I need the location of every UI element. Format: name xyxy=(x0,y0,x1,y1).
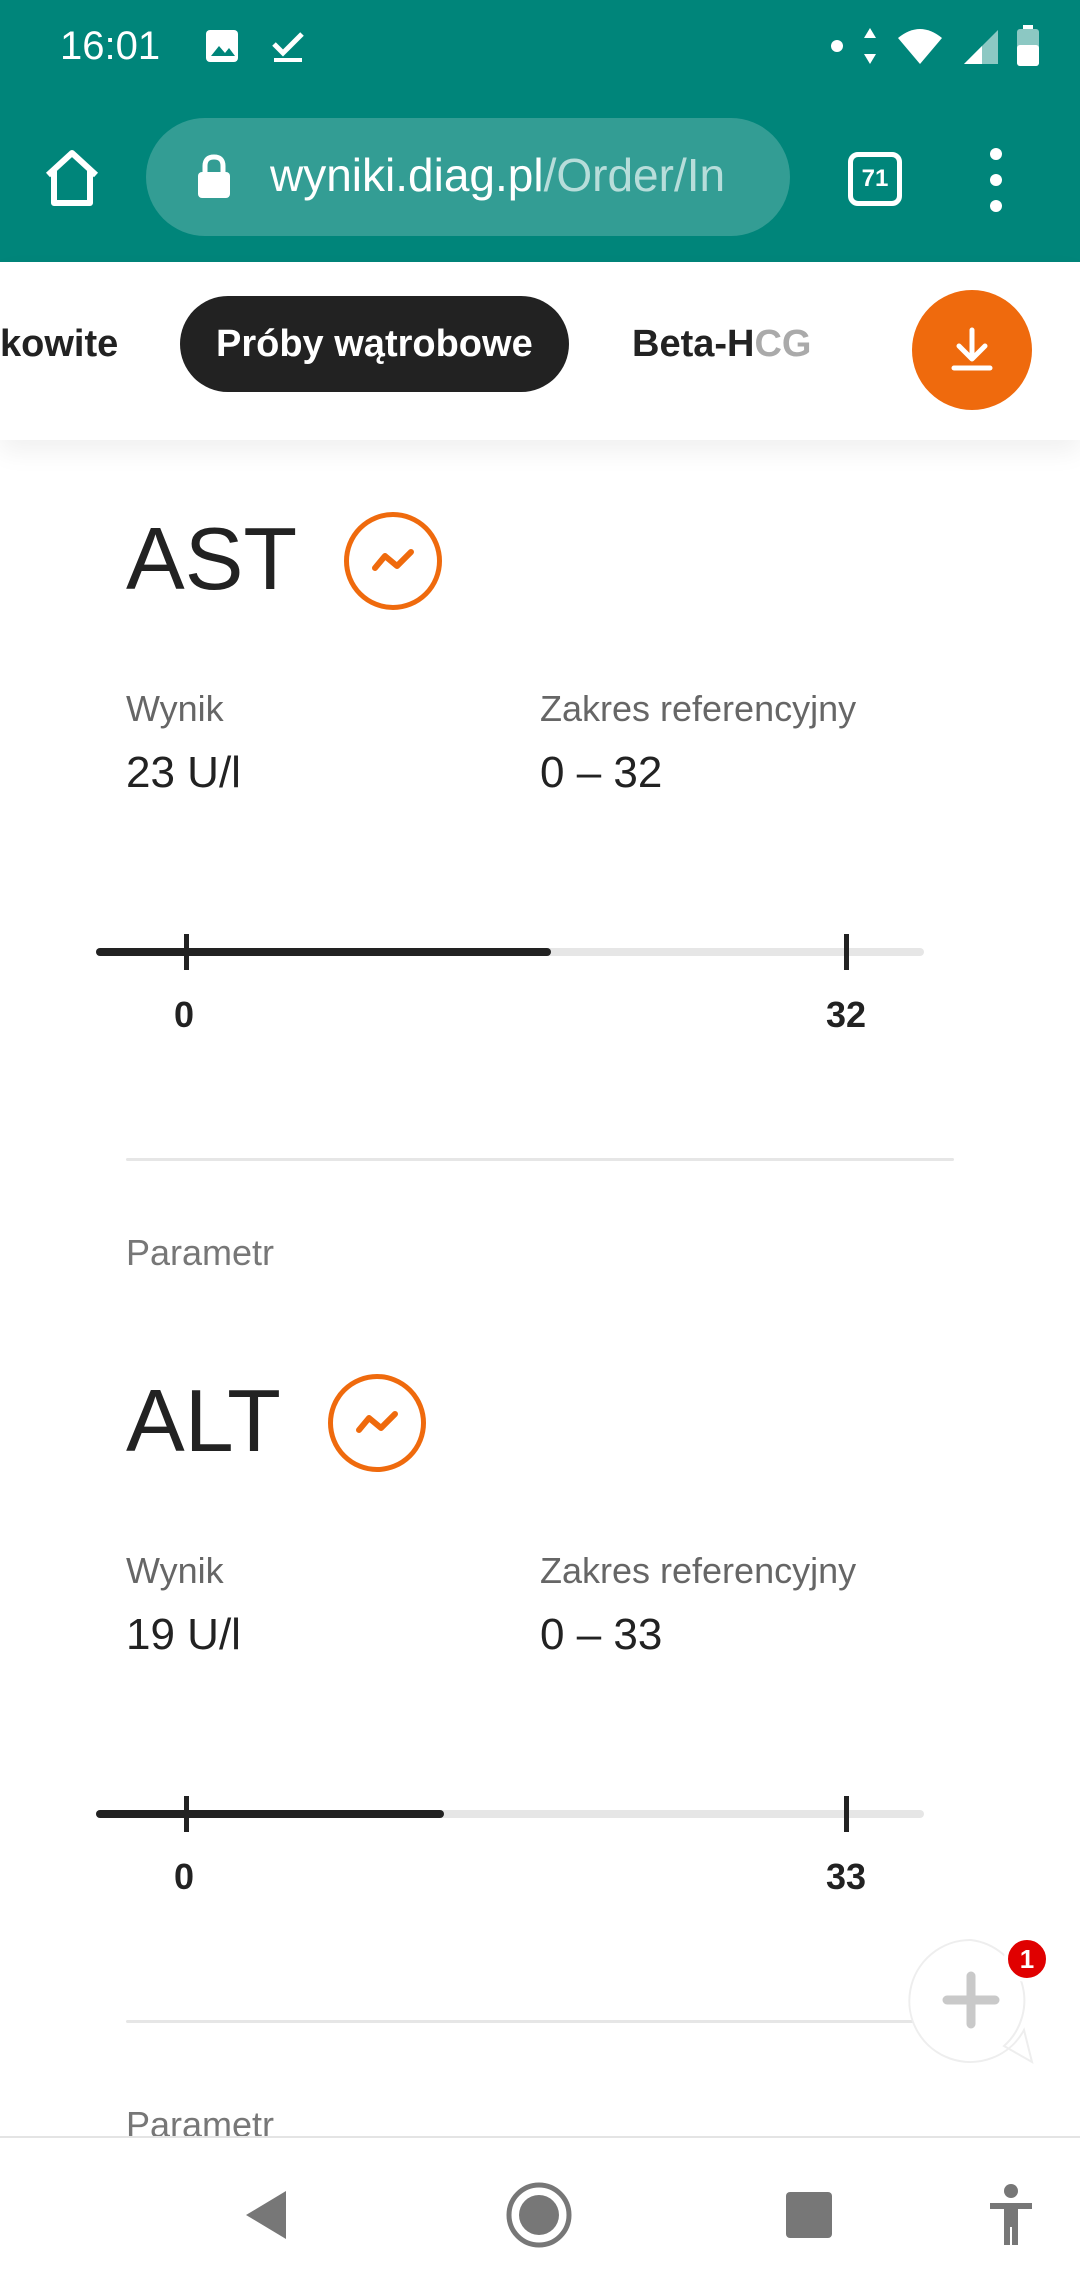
range-max-tick xyxy=(844,1796,849,1832)
range-bar-graphic xyxy=(96,934,924,970)
result-label: Wynik xyxy=(126,1550,224,1591)
image-icon xyxy=(202,26,242,66)
battery-icon xyxy=(1017,25,1039,66)
tab-switcher-button[interactable]: 71 xyxy=(848,152,902,206)
address-bar[interactable]: wyniki.diag.pl/Order/In xyxy=(146,118,790,236)
range-bar xyxy=(96,1792,924,1852)
menu-dot xyxy=(990,174,1002,186)
range-min-tick xyxy=(184,934,189,970)
recents-button[interactable] xyxy=(774,2180,844,2250)
status-time: 16:01 xyxy=(60,24,161,68)
data-arrows-icon xyxy=(864,28,876,64)
chat-notification-badge: 1 xyxy=(1004,1936,1050,1982)
range-min-tick xyxy=(184,1796,189,1832)
home-icon xyxy=(45,150,99,206)
home-circle-icon xyxy=(506,2182,572,2248)
category-tab-active[interactable]: Próby wątrobowe xyxy=(180,296,569,392)
trend-line-icon xyxy=(356,1411,398,1433)
reference-range-label: Zakres referencyjny xyxy=(540,688,857,729)
browser-toolbar: wyniki.diag.pl/Order/In 71 xyxy=(0,96,1080,262)
param-label: Parametr xyxy=(126,2104,275,2136)
reference-range-value: 0 – 32 xyxy=(540,748,663,797)
trend-chart-button[interactable] xyxy=(328,1374,426,1472)
back-icon xyxy=(246,2191,286,2239)
card-divider xyxy=(126,2020,954,2023)
param-card-next: Parametr xyxy=(0,2104,1080,2136)
recents-icon xyxy=(786,2192,832,2238)
category-tabs: kowite Próby wątrobowe Beta-H CG xyxy=(0,262,1080,440)
results-content: AST Wynik 23 U/l Zakres referencyjny 0 –… xyxy=(0,440,1080,2136)
range-fill xyxy=(96,948,551,956)
category-tab-right-text: Beta-H xyxy=(632,322,755,365)
param-name: ALT xyxy=(126,1371,281,1470)
menu-dot xyxy=(990,148,1002,160)
range-max-tick xyxy=(844,934,849,970)
result-label: Wynik xyxy=(126,688,224,729)
range-max-label: 33 xyxy=(825,1856,867,1897)
browser-chrome: 16:01 wyniki.diag.pl/Order/In 71 xyxy=(0,0,1080,262)
card-divider xyxy=(126,1158,954,1161)
category-tab-right-faded: CG xyxy=(754,322,812,365)
url-domain: wyniki.diag.pl xyxy=(270,149,544,201)
download-button[interactable] xyxy=(912,290,1032,410)
category-tab-partial-right[interactable]: Beta-H CG xyxy=(632,296,811,392)
status-bar: 16:01 xyxy=(0,0,1080,96)
accessibility-icon xyxy=(990,2184,1032,2245)
wifi-icon xyxy=(898,29,942,64)
url-text: wyniki.diag.pl/Order/In xyxy=(270,148,770,202)
param-card-alt: Parametr ALT Wynik 19 U/l Zakres referen… xyxy=(0,1232,1080,2023)
reference-range-value: 0 – 33 xyxy=(540,1610,663,1659)
range-fill xyxy=(96,1810,444,1818)
home-nav-button[interactable] xyxy=(504,2180,574,2250)
notification-dot-icon xyxy=(831,40,843,52)
lock-icon xyxy=(196,154,232,198)
overflow-menu-button[interactable] xyxy=(970,148,1022,212)
result-value: 19 U/l xyxy=(126,1610,241,1659)
status-icons xyxy=(830,24,1040,68)
home-button[interactable] xyxy=(36,142,108,214)
back-button[interactable] xyxy=(232,2180,302,2250)
range-bar-graphic xyxy=(96,1796,924,1832)
param-label: Parametr xyxy=(126,1232,275,1273)
range-bar xyxy=(96,930,924,990)
download-done-icon xyxy=(268,26,308,66)
accessibility-button[interactable] xyxy=(976,2180,1046,2250)
param-card-ast: AST Wynik 23 U/l Zakres referencyjny 0 –… xyxy=(0,440,1080,1180)
param-name: AST xyxy=(126,509,298,608)
url-path: /Order/In xyxy=(543,149,726,201)
menu-dot xyxy=(990,200,1002,212)
trend-chart-button[interactable] xyxy=(344,512,442,610)
system-nav-bar xyxy=(0,2136,1080,2280)
signal-icon xyxy=(964,30,998,64)
result-value: 23 U/l xyxy=(126,748,241,797)
range-max-label: 32 xyxy=(825,994,867,1035)
download-icon xyxy=(951,327,993,371)
reference-range-label: Zakres referencyjny xyxy=(540,1550,857,1591)
category-tab-partial-left[interactable]: kowite xyxy=(0,296,118,392)
range-min-label: 0 xyxy=(173,1856,195,1897)
trend-line-icon xyxy=(372,549,414,571)
range-min-label: 0 xyxy=(173,994,195,1035)
